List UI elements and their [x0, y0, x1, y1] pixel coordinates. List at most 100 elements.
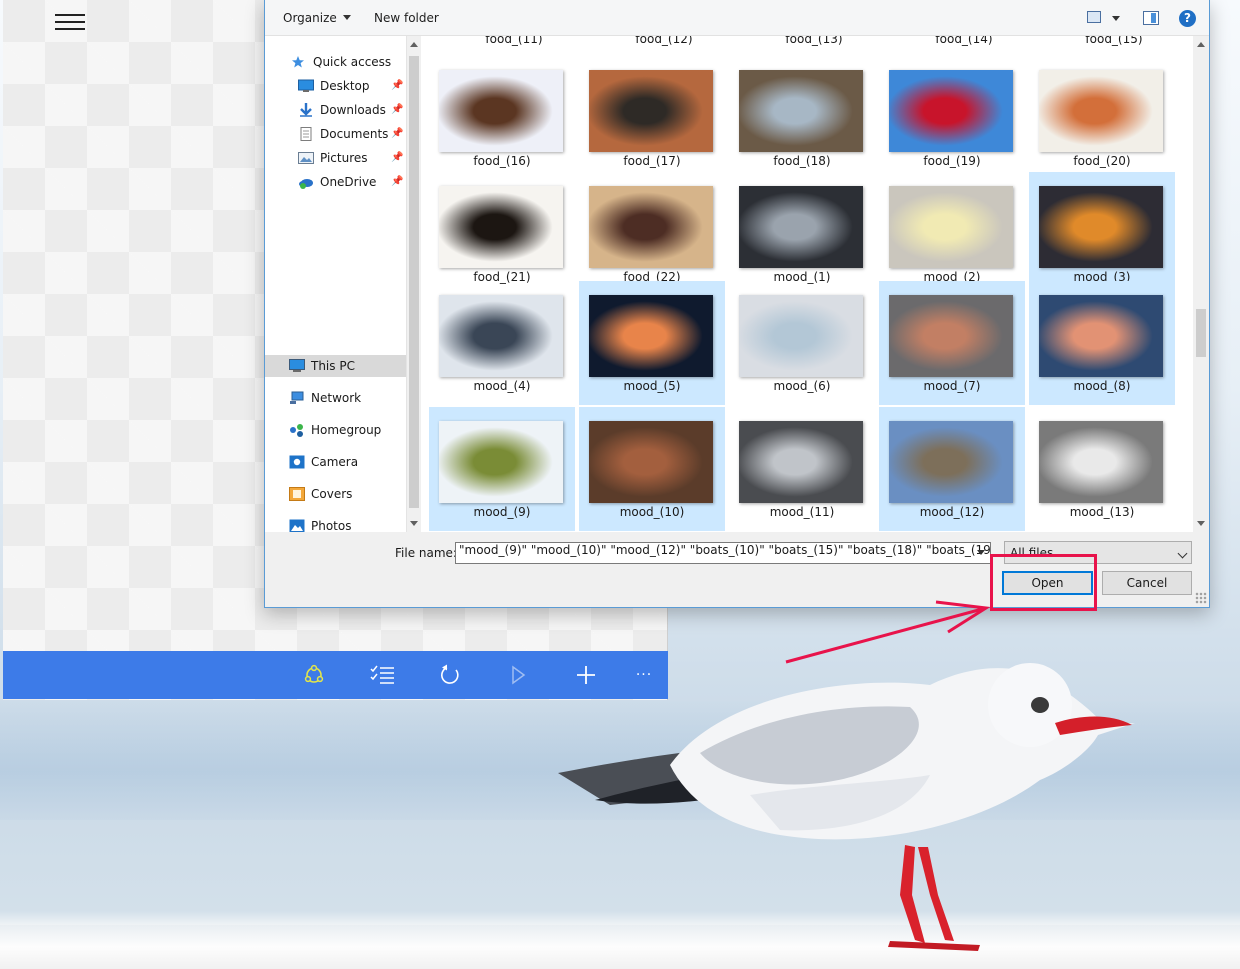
scroll-up-icon[interactable]: [1197, 42, 1205, 47]
pin-icon[interactable]: 📌: [391, 80, 403, 91]
file-tile[interactable]: mood_(5): [579, 281, 725, 405]
file-tile[interactable]: food_(21): [429, 172, 575, 296]
file-thumbnail: [739, 421, 863, 503]
pin-icon[interactable]: 📌: [391, 176, 403, 187]
resize-grip-icon[interactable]: [1195, 592, 1207, 604]
file-tile[interactable]: mood_(12): [879, 407, 1025, 531]
file-tile[interactable]: mood_(2): [879, 172, 1025, 296]
computer-icon: [289, 359, 305, 373]
file-name-label: food_(18): [773, 154, 831, 168]
hamburger-menu-icon[interactable]: [55, 14, 85, 34]
refresh-icon[interactable]: [436, 661, 464, 689]
view-options-chevron-icon[interactable]: [1112, 16, 1120, 21]
file-name-label: mood_(7): [923, 379, 981, 393]
partial-file-label[interactable]: food_(15): [1041, 36, 1187, 46]
file-tile[interactable]: food_(20): [1029, 56, 1175, 180]
nav-item-desktop[interactable]: Desktop 📌: [265, 75, 406, 97]
file-thumbnail: [589, 295, 713, 377]
add-icon[interactable]: [572, 661, 600, 689]
scrollbar-thumb[interactable]: [409, 56, 419, 508]
seagull-image: [558, 663, 1135, 951]
nav-item-label: Downloads: [320, 103, 386, 117]
file-thumbnail: [439, 186, 563, 268]
pin-icon[interactable]: 📌: [391, 128, 403, 139]
navigation-scrollbar[interactable]: [406, 36, 421, 532]
file-tile[interactable]: mood_(8): [1029, 281, 1175, 405]
file-tile[interactable]: mood_(1): [729, 172, 875, 296]
nav-item-documents[interactable]: Documents 📌: [265, 123, 406, 145]
nav-item-label: Documents: [320, 127, 389, 141]
file-thumbnail: [439, 70, 563, 152]
chevron-down-icon: [342, 15, 351, 20]
share-icon[interactable]: [300, 661, 328, 689]
file-name-label: mood_(12): [919, 505, 985, 519]
file-tile[interactable]: food_(17): [579, 56, 725, 180]
file-grid: food_(11) food_(12) food_(13) food_(14) …: [421, 36, 1193, 532]
scroll-down-icon[interactable]: [410, 521, 418, 526]
nav-item-covers[interactable]: Covers: [265, 483, 406, 505]
file-tile[interactable]: mood_(10): [579, 407, 725, 531]
file-thumbnail: [889, 70, 1013, 152]
file-tile[interactable]: mood_(6): [729, 281, 875, 405]
play-icon[interactable]: [504, 661, 532, 689]
file-thumbnail: [439, 421, 563, 503]
nav-item-onedrive[interactable]: OneDrive 📌: [265, 171, 406, 193]
nav-item-camera[interactable]: Camera: [265, 451, 406, 473]
file-name-label: mood_(11): [769, 505, 835, 519]
file-tile[interactable]: mood_(7): [879, 281, 1025, 405]
dialog-toolbar: Organize New folder ?: [265, 0, 1209, 36]
pin-icon[interactable]: 📌: [391, 104, 403, 115]
file-tile[interactable]: food_(16): [429, 56, 575, 180]
file-thumbnail: [1039, 421, 1163, 503]
file-thumbnail: [889, 186, 1013, 268]
cancel-button[interactable]: Cancel: [1102, 571, 1192, 595]
organize-button[interactable]: Organize: [283, 11, 351, 25]
file-tile[interactable]: food_(19): [879, 56, 1025, 180]
file-tile[interactable]: mood_(13): [1029, 407, 1175, 531]
nav-item-homegroup[interactable]: Homegroup: [265, 419, 406, 441]
scroll-up-icon[interactable]: [410, 42, 418, 47]
file-tile[interactable]: mood_(3): [1029, 172, 1175, 296]
partial-file-label[interactable]: food_(13): [741, 36, 887, 46]
change-view-icon[interactable]: [1087, 11, 1101, 23]
nav-item-network[interactable]: Network: [265, 387, 406, 409]
file-thumbnail: [889, 421, 1013, 503]
nav-item-label: Homegroup: [311, 423, 382, 437]
file-grid-scrollbar[interactable]: [1193, 36, 1209, 532]
file-tile[interactable]: food_(22): [579, 172, 725, 296]
nav-item-photos[interactable]: Photos: [265, 515, 406, 532]
file-name-label: mood_(4): [473, 379, 531, 393]
nav-item-downloads[interactable]: Downloads 📌: [265, 99, 406, 121]
file-open-dialog: Organize New folder ? Quick access Deskt…: [264, 0, 1210, 608]
nav-item-label: Covers: [311, 487, 353, 501]
nav-item-this-pc[interactable]: This PC: [265, 355, 406, 377]
partial-file-label[interactable]: food_(11): [441, 36, 587, 46]
file-name-label: mood_(13): [1069, 505, 1135, 519]
file-thumbnail: [1039, 70, 1163, 152]
file-tile[interactable]: mood_(11): [729, 407, 875, 531]
file-name-dropdown-icon[interactable]: [977, 550, 985, 555]
nav-item-pictures[interactable]: Pictures 📌: [265, 147, 406, 169]
nav-item-label: Pictures: [320, 151, 368, 165]
partial-file-label[interactable]: food_(14): [891, 36, 1037, 46]
navigation-pane: Quick access Desktop 📌 Downloads 📌 Docum…: [265, 36, 406, 532]
file-tile[interactable]: food_(18): [729, 56, 875, 180]
pin-icon[interactable]: 📌: [391, 152, 403, 163]
help-icon[interactable]: ?: [1179, 10, 1196, 27]
partial-file-label[interactable]: food_(12): [591, 36, 737, 46]
file-tile[interactable]: mood_(4): [429, 281, 575, 405]
new-folder-button[interactable]: New folder: [374, 11, 439, 25]
more-options-icon[interactable]: ···: [630, 661, 658, 689]
document-icon: [298, 127, 314, 141]
checklist-icon[interactable]: [368, 661, 396, 689]
nav-item-quick-access[interactable]: Quick access: [265, 51, 406, 73]
scroll-down-icon[interactable]: [1197, 521, 1205, 526]
file-name-field[interactable]: "mood_(9)" "mood_(10)" "mood_(12)" "boat…: [455, 542, 991, 564]
file-tile[interactable]: mood_(9): [429, 407, 575, 531]
preview-pane-icon[interactable]: [1143, 11, 1159, 25]
app-bottom-toolbar: ···: [3, 651, 668, 699]
file-name-label: mood_(9): [473, 505, 531, 519]
nav-item-label: Camera: [311, 455, 359, 469]
scrollbar-thumb[interactable]: [1196, 309, 1206, 357]
file-thumbnail: [739, 295, 863, 377]
